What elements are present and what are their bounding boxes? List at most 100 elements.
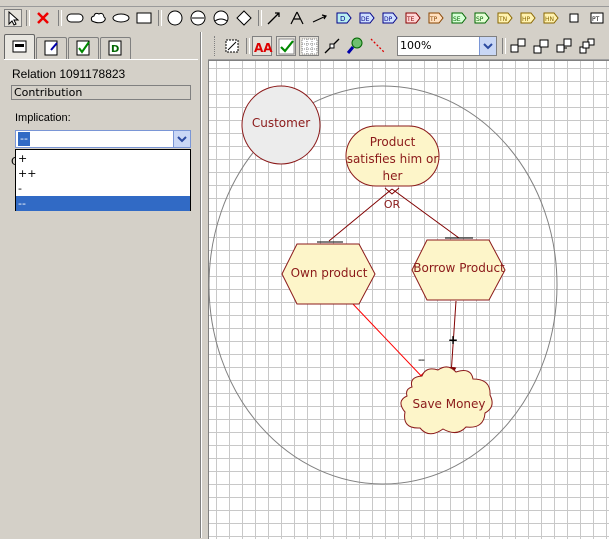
rounded-rect-icon xyxy=(66,13,84,23)
own-product-label: Own product xyxy=(290,266,368,280)
svg-text:DE: DE xyxy=(361,16,370,23)
layout-button-2[interactable] xyxy=(531,36,551,56)
panel-splitter[interactable] xyxy=(201,32,208,538)
contribution-tn-button[interactable]: TN xyxy=(496,9,514,27)
agent-tool-button[interactable] xyxy=(189,9,207,27)
customer-label: Customer xyxy=(251,116,311,130)
svg-text:HN: HN xyxy=(545,16,554,23)
implication-dropdown-button[interactable] xyxy=(173,131,190,147)
diagram-canvas[interactable]: Customer Product satisfies him or her Ow… xyxy=(208,60,609,539)
contribution-hn-button[interactable]: HN xyxy=(542,9,560,27)
svg-text:PT: PT xyxy=(592,16,600,23)
chevron-down-icon xyxy=(483,43,493,50)
svg-text:SP: SP xyxy=(476,16,484,23)
small-box-button[interactable] xyxy=(565,9,583,27)
resource-tool-button[interactable] xyxy=(112,9,130,27)
te-tag-icon: TE xyxy=(405,12,421,24)
pointer-icon xyxy=(8,10,20,26)
layout-button-4[interactable] xyxy=(577,36,597,56)
select-tool-button[interactable] xyxy=(4,9,22,27)
ellipse-icon xyxy=(112,13,130,23)
circle-icon xyxy=(167,10,183,26)
position-tool-button[interactable] xyxy=(235,9,253,27)
check-toggle-button[interactable] xyxy=(276,36,296,56)
pt-button[interactable]: PT xyxy=(588,9,606,27)
link-route-icon xyxy=(324,38,340,54)
erase-link-button[interactable] xyxy=(368,36,388,56)
svg-text:SE: SE xyxy=(453,16,461,23)
layout-button-3[interactable] xyxy=(554,36,574,56)
tab-edit[interactable] xyxy=(36,37,67,59)
contribution-de-button[interactable]: DE xyxy=(358,9,376,27)
contribution-se-button[interactable]: SE xyxy=(450,9,468,27)
se-tag-icon: SE xyxy=(451,12,467,24)
tab-properties[interactable] xyxy=(4,34,35,60)
delete-button[interactable] xyxy=(34,9,52,27)
task-tool-button[interactable] xyxy=(135,9,153,27)
grid-toggle-button[interactable] xyxy=(299,36,319,56)
implication-option-minus[interactable]: - xyxy=(16,181,190,196)
chevron-down-icon xyxy=(177,136,187,143)
contribution-dp-button[interactable]: DP xyxy=(381,9,399,27)
role-circle-icon xyxy=(213,10,229,26)
svg-text:TE: TE xyxy=(406,16,415,23)
or-decomposition-links[interactable] xyxy=(328,188,460,242)
sp-tag-icon: SP xyxy=(474,12,490,24)
contribution-sp-button[interactable]: SP xyxy=(473,9,491,27)
dependency-d-icon: D xyxy=(108,40,122,56)
pt-box-icon: PT xyxy=(590,12,604,24)
cloud-icon xyxy=(90,12,106,24)
contribution-hp-button[interactable]: HP xyxy=(519,9,537,27)
arrow-line-icon xyxy=(267,12,280,25)
canvas-select-button[interactable] xyxy=(222,36,242,56)
hp-tag-icon: HP xyxy=(520,12,536,24)
relation-type-field: Contribution xyxy=(11,85,191,100)
contribution-te-button[interactable]: TE xyxy=(404,9,422,27)
implication-option-plus[interactable]: + xyxy=(16,151,190,166)
implication-select[interactable]: -- xyxy=(15,130,191,148)
link-edit-button[interactable] xyxy=(322,36,342,56)
double-a-icon: AA xyxy=(254,41,273,55)
svg-text:D: D xyxy=(340,15,345,23)
selected-contribution-link[interactable] xyxy=(351,302,428,383)
layout-button-1[interactable] xyxy=(508,36,528,56)
tab-evaluate[interactable] xyxy=(68,37,99,59)
svg-text:AA: AA xyxy=(254,41,273,55)
svg-text:TP: TP xyxy=(429,16,438,23)
decomposition-icon xyxy=(290,11,304,25)
zoom-dropdown-button[interactable] xyxy=(479,37,496,55)
implication-options-list: + ++ - -- xyxy=(15,149,191,211)
svg-text:TN: TN xyxy=(498,16,507,23)
implication-option-plus-plus[interactable]: ++ xyxy=(16,166,190,181)
evaluate-check-icon xyxy=(76,40,90,56)
d-tag-icon: D xyxy=(336,12,352,24)
label-toggle-button[interactable]: AA xyxy=(252,36,273,56)
layout-boxes-icon xyxy=(510,38,526,53)
toolbar-separator xyxy=(502,38,506,54)
own-product-implication-label: -- xyxy=(418,353,425,366)
means-end-tool-button[interactable] xyxy=(311,9,329,27)
contribution-tp-button[interactable]: TP xyxy=(427,9,445,27)
link-tool-button[interactable] xyxy=(265,9,283,27)
actor-tool-button[interactable] xyxy=(166,9,184,27)
edit-document-icon xyxy=(44,40,58,56)
tab-dependency[interactable]: D xyxy=(100,37,131,59)
tp-tag-icon: TP xyxy=(428,12,444,24)
implication-option-minus-minus[interactable]: -- xyxy=(16,196,190,211)
delete-x-icon xyxy=(37,12,49,24)
softgoal-tool-button[interactable] xyxy=(89,9,107,27)
zoom-select[interactable]: 100% xyxy=(397,36,497,56)
zoom-search-button[interactable] xyxy=(345,36,365,56)
role-tool-button[interactable] xyxy=(212,9,230,27)
contribution-d-button[interactable]: D xyxy=(335,9,353,27)
toolbar-separator xyxy=(258,10,262,26)
grid-icon xyxy=(301,38,318,55)
dashed-line-icon xyxy=(370,38,386,54)
check-grid-icon xyxy=(278,38,295,55)
menu-strip xyxy=(0,0,609,7)
decomposition-tool-button[interactable] xyxy=(288,9,306,27)
layout-boxes-icon xyxy=(579,38,595,54)
goal-tool-button[interactable] xyxy=(66,9,84,27)
layout-boxes-icon xyxy=(533,39,549,54)
save-money-label: Save Money xyxy=(412,397,486,411)
